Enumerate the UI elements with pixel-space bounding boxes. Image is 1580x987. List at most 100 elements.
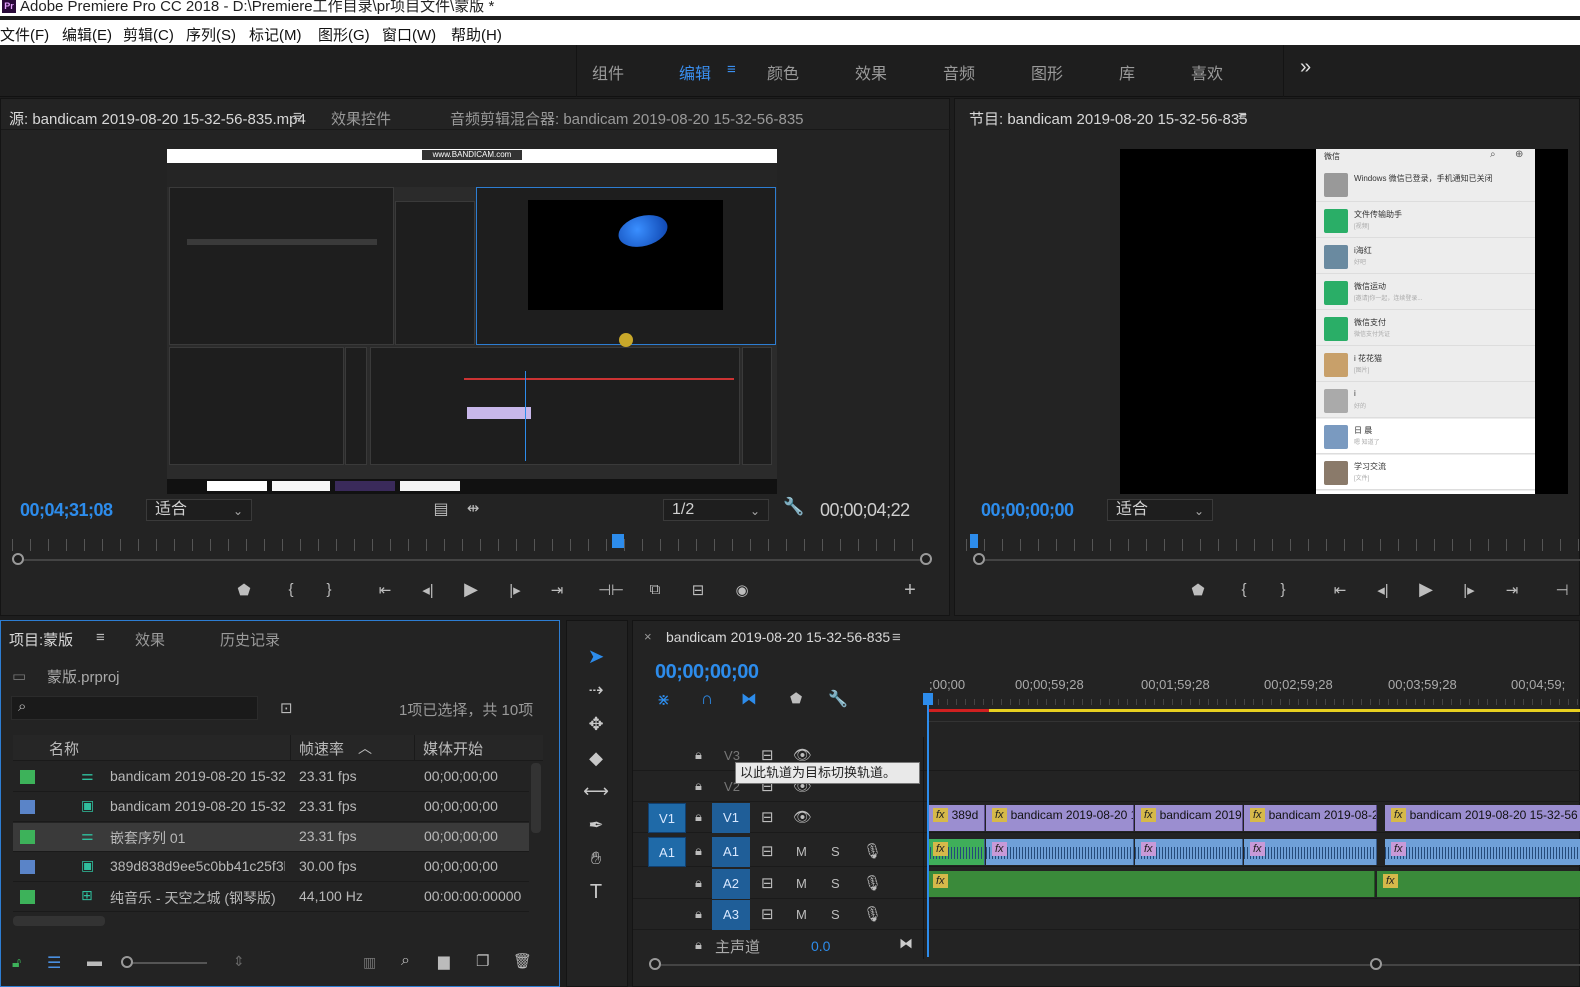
track-target-a2[interactable]: A2 — [712, 869, 750, 899]
audio-clip[interactable]: fx — [986, 839, 1134, 865]
tab-sequence[interactable]: bandicam 2019-08-20 15-32-56-835 — [666, 629, 890, 645]
tab-project[interactable]: 项目:蒙版 — [9, 629, 73, 650]
tab-audio-clip-mixer[interactable]: 音频剪辑混合器: bandicam 2019-08-20 15-32-56-83… — [450, 108, 804, 129]
workspace-menu-icon[interactable]: ≡ — [727, 61, 736, 78]
timeline-zoom-handle-left[interactable] — [649, 958, 661, 970]
microphone-icon[interactable]: 🎙︎ — [863, 842, 882, 860]
microphone-icon[interactable]: 🎙︎ — [863, 905, 882, 923]
source-timecode[interactable]: 00;04;31;08 — [20, 500, 113, 521]
drag-video-only-icon[interactable]: ▤ — [429, 499, 453, 519]
automate-to-sequence-icon[interactable]: ▥ — [363, 954, 376, 971]
label-color-swatch[interactable] — [20, 890, 35, 904]
mute-button[interactable]: M — [796, 844, 807, 859]
menu-marker[interactable]: 标记(M) — [249, 24, 302, 45]
microphone-icon[interactable]: 🎙︎ — [863, 874, 882, 892]
lock-icon[interactable]: 🔒︎ — [695, 778, 702, 794]
column-header-media-start[interactable]: 媒体开始 — [423, 738, 483, 759]
lift-icon[interactable]: ⊣ — [1550, 581, 1574, 599]
video-clip[interactable]: fx bandicam 2019-08-20 15 — [986, 805, 1134, 831]
source-fit-dropdown[interactable]: 适合 ⌄ — [146, 499, 252, 521]
timeline-settings-icon[interactable]: 🔧 — [828, 689, 848, 709]
go-to-in-icon[interactable]: ⇤ — [373, 581, 397, 599]
zoom-handle-right[interactable] — [920, 553, 932, 565]
slip-tool-icon[interactable]: ⟷ — [583, 778, 609, 804]
project-row[interactable]: ⊞ 纯音乐 - 天空之城 (钢琴版) 44,100 Hz 00:00:00:00000 — [13, 883, 529, 912]
source-playhead[interactable] — [611, 534, 624, 548]
column-header-name[interactable]: 名称 — [49, 738, 79, 759]
hand-tool-icon[interactable]: ✋︎ — [583, 845, 609, 871]
mark-out-icon[interactable]: } — [317, 581, 341, 598]
new-item-icon[interactable]: ❐ — [476, 952, 489, 970]
timeline-timecode[interactable]: 00;00;00;00 — [655, 661, 759, 684]
program-zoom-handle-left[interactable] — [973, 553, 985, 565]
zoom-handle-left[interactable] — [12, 553, 24, 565]
master-volume-value[interactable]: 0.0 — [811, 938, 830, 954]
solo-button[interactable]: S — [831, 907, 840, 922]
add-marker-icon[interactable]: ⬟ — [1186, 581, 1210, 599]
settings-wrench-icon[interactable]: 🔧 — [782, 497, 806, 517]
selection-tool-icon[interactable]: ➤ — [583, 644, 609, 670]
solo-button[interactable]: S — [831, 844, 840, 859]
menu-help[interactable]: 帮助(H) — [451, 24, 502, 45]
workspace-tab-graphics[interactable]: 图形 — [1031, 60, 1063, 84]
track-label-v3[interactable]: V3 — [721, 748, 743, 763]
label-color-swatch[interactable] — [20, 770, 35, 784]
video-clip[interactable]: fx 389d — [927, 805, 985, 831]
sequence-menu-icon[interactable]: ≡ — [892, 629, 901, 646]
project-row[interactable]: ▣ 389d838d9ee5c0bb41c25f3b6 30.00 fps 00;00… — [13, 853, 529, 882]
overwrite-icon[interactable]: ⧉ — [643, 581, 667, 598]
drag-audio-only-icon[interactable]: ⇹ — [461, 499, 485, 517]
mute-button[interactable]: M — [796, 907, 807, 922]
audio-clip[interactable]: fx — [1385, 839, 1580, 865]
menu-window[interactable]: 窗口(W) — [382, 24, 436, 45]
sync-lock-icon[interactable]: ⊟ — [761, 874, 774, 892]
lock-icon[interactable]: 🔒︎ — [695, 747, 702, 763]
insert-icon[interactable]: ⊣⊢ — [598, 581, 624, 599]
new-search-bin-icon[interactable]: ⊡ — [280, 699, 293, 717]
find-icon[interactable]: ⌕ — [401, 952, 410, 970]
lock-icon[interactable]: 🔒︎ — [695, 937, 702, 953]
slider-knob[interactable] — [121, 956, 133, 968]
project-row[interactable]: ▣ bandicam 2019-08-20 15-32-56-835 23.31 f… — [13, 793, 529, 822]
mark-out-icon[interactable]: } — [1271, 581, 1295, 598]
menu-edit[interactable]: 编辑(E) — [62, 24, 112, 45]
add-button-icon[interactable]: + — [898, 579, 922, 602]
eye-icon[interactable]: 👁︎ — [793, 808, 812, 826]
lock-icon[interactable]: 🔒︎ — [695, 875, 702, 891]
sync-lock-icon[interactable]: ⊟ — [761, 808, 774, 826]
step-back-icon[interactable]: ◂| — [416, 581, 440, 599]
track-select-tool-icon[interactable]: ⇢ — [583, 677, 609, 703]
razor-tool-icon[interactable]: ◆ — [583, 745, 609, 771]
label-color-swatch[interactable] — [20, 800, 35, 814]
video-clip[interactable]: fx bandicam 2019 — [1135, 805, 1243, 831]
audio-clip[interactable]: fx — [927, 839, 985, 865]
go-to-out-icon[interactable]: ⇥ — [1500, 581, 1524, 599]
project-panel-menu-icon[interactable]: ≡ — [96, 629, 105, 646]
icon-view-icon[interactable]: ▬ — [87, 953, 102, 970]
snap-magnet-icon[interactable]: ∩ — [701, 689, 713, 709]
go-to-out-icon[interactable]: ⇥ — [545, 581, 569, 599]
project-horizontal-scrollbar[interactable] — [13, 916, 105, 926]
timeline-zoom-bar[interactable] — [655, 964, 1580, 966]
workspace-tab-favorites[interactable]: 喜欢 — [1191, 60, 1223, 84]
solo-button[interactable]: S — [831, 876, 840, 891]
step-forward-icon[interactable]: |▸ — [1457, 581, 1481, 599]
music-clip[interactable]: fx — [1377, 871, 1580, 897]
source-patch-a1[interactable]: A1 — [648, 837, 686, 867]
project-vertical-scrollbar[interactable] — [531, 763, 541, 833]
project-row[interactable]: ⚌ 嵌套序列 01 23.31 fps 00;00;00;00 — [13, 823, 529, 852]
go-to-end-icon[interactable]: ⧓ — [899, 935, 913, 952]
linked-selection-icon[interactable]: ⧓ — [741, 689, 757, 709]
audio-clip[interactable]: fx — [1244, 839, 1377, 865]
go-to-in-icon[interactable]: ⇤ — [1328, 581, 1352, 599]
program-panel-menu-icon[interactable]: ≡ — [1238, 108, 1247, 125]
workspace-tab-editing[interactable]: 编辑 — [679, 60, 711, 84]
menu-clip[interactable]: 剪辑(C) — [123, 24, 174, 45]
type-tool-icon[interactable]: T — [583, 879, 609, 905]
close-icon[interactable]: × — [644, 629, 652, 644]
lock-icon[interactable]: 🔓︎ — [12, 954, 21, 971]
workspace-tab-color[interactable]: 颜色 — [767, 60, 799, 84]
timeline-zoom-handle-right[interactable] — [1370, 958, 1382, 970]
mark-in-icon[interactable]: { — [1232, 581, 1256, 598]
play-icon[interactable]: ▶ — [1414, 579, 1438, 600]
